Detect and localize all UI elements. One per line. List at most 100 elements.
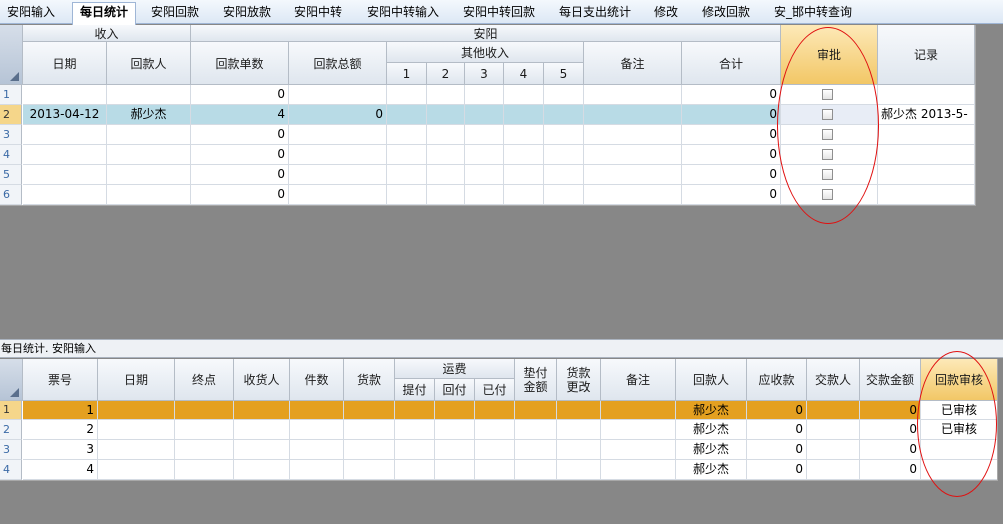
cell-sum[interactable]: 0 bbox=[682, 105, 781, 125]
cell-goods-payment[interactable] bbox=[344, 440, 395, 460]
cell-pickup-pay[interactable] bbox=[395, 440, 435, 460]
cell-other-3[interactable] bbox=[465, 85, 504, 105]
approve-checkbox[interactable] bbox=[822, 129, 833, 140]
cell-other-1[interactable] bbox=[387, 125, 427, 145]
header-return-pay[interactable]: 回付 bbox=[435, 379, 475, 401]
tab-anyang-transfer-input[interactable]: 安阳中转输入 bbox=[362, 3, 444, 24]
tab-modify[interactable]: 修改 bbox=[650, 3, 682, 24]
row-number[interactable]: 2 bbox=[0, 420, 22, 440]
cell-pickup-pay[interactable] bbox=[395, 460, 435, 480]
grid-corner[interactable] bbox=[0, 359, 23, 401]
tab-anyang-repayment[interactable]: 安阳回款 bbox=[146, 3, 204, 24]
row-number[interactable]: 4 bbox=[0, 460, 22, 480]
cell-other-3[interactable] bbox=[465, 125, 504, 145]
cell-other-5[interactable] bbox=[544, 105, 584, 125]
cell-submitter[interactable] bbox=[807, 440, 860, 460]
cell-return-pay[interactable] bbox=[435, 440, 475, 460]
cell-pickup-pay[interactable] bbox=[395, 401, 435, 420]
cell-other-1[interactable] bbox=[387, 145, 427, 165]
approve-checkbox[interactable] bbox=[822, 109, 833, 120]
cell-note[interactable] bbox=[584, 85, 682, 105]
cell-advance-amount[interactable] bbox=[515, 460, 557, 480]
cell-other-4[interactable] bbox=[504, 145, 544, 165]
cell-sum[interactable]: 0 bbox=[682, 125, 781, 145]
cell-consignee[interactable] bbox=[234, 440, 290, 460]
cell-other-2[interactable] bbox=[427, 185, 465, 205]
cell-total[interactable] bbox=[289, 85, 387, 105]
header-submitter[interactable]: 交款人 bbox=[807, 359, 860, 401]
header-other-3[interactable]: 3 bbox=[465, 63, 504, 85]
cell-total[interactable] bbox=[289, 125, 387, 145]
row-number[interactable]: 1 bbox=[0, 401, 22, 420]
cell-other-5[interactable] bbox=[544, 185, 584, 205]
cell-advance-amount[interactable] bbox=[515, 440, 557, 460]
header-repayment-audit[interactable]: 回款审核 bbox=[921, 359, 997, 401]
cell-pieces[interactable] bbox=[290, 460, 344, 480]
cell-pickup-pay[interactable] bbox=[395, 420, 435, 440]
cell-record[interactable] bbox=[878, 165, 975, 185]
row-number[interactable]: 4 bbox=[0, 145, 22, 165]
cell-date[interactable]: 2013-04-12 bbox=[23, 105, 107, 125]
cell-payer[interactable]: 郝少杰 bbox=[107, 105, 191, 125]
cell-ticket[interactable]: 2 bbox=[23, 420, 98, 440]
cell-receivable[interactable]: 0 bbox=[747, 440, 807, 460]
row-number[interactable]: 2 bbox=[0, 105, 22, 125]
header-consignee[interactable]: 收货人 bbox=[234, 359, 290, 401]
header-pieces[interactable]: 件数 bbox=[290, 359, 344, 401]
cell-repayment-audit[interactable]: 已审核 bbox=[921, 420, 997, 440]
cell-note[interactable] bbox=[601, 401, 676, 420]
cell-date[interactable] bbox=[23, 165, 107, 185]
cell-consignee[interactable] bbox=[234, 401, 290, 420]
cell-return-pay[interactable] bbox=[435, 401, 475, 420]
row-number[interactable]: 6 bbox=[0, 185, 22, 205]
header-approve[interactable]: 审批 bbox=[781, 25, 878, 85]
cell-other-5[interactable] bbox=[544, 85, 584, 105]
header-ticket[interactable]: 票号 bbox=[23, 359, 98, 401]
cell-other-3[interactable] bbox=[465, 185, 504, 205]
cell-goods-payment[interactable] bbox=[344, 460, 395, 480]
cell-total[interactable] bbox=[289, 185, 387, 205]
header-other-2[interactable]: 2 bbox=[427, 63, 465, 85]
header-date[interactable]: 日期 bbox=[23, 42, 107, 85]
row-number[interactable]: 3 bbox=[0, 440, 22, 460]
cell-goods-payment[interactable] bbox=[344, 401, 395, 420]
header-goods-payment[interactable]: 货款 bbox=[344, 359, 395, 401]
cell-submitter[interactable] bbox=[807, 401, 860, 420]
cell-repayment-audit[interactable]: 已审核 bbox=[921, 401, 997, 420]
cell-return-pay[interactable] bbox=[435, 460, 475, 480]
row-number[interactable]: 1 bbox=[0, 85, 22, 105]
cell-date[interactable] bbox=[23, 145, 107, 165]
cell-payment-change[interactable] bbox=[557, 460, 601, 480]
cell-other-5[interactable] bbox=[544, 145, 584, 165]
header-receivable[interactable]: 应收款 bbox=[747, 359, 807, 401]
cell-payment-change[interactable] bbox=[557, 440, 601, 460]
cell-receivable[interactable]: 0 bbox=[747, 420, 807, 440]
cell-record[interactable] bbox=[878, 145, 975, 165]
cell-date[interactable] bbox=[23, 85, 107, 105]
cell-other-1[interactable] bbox=[387, 85, 427, 105]
cell-pieces[interactable] bbox=[290, 420, 344, 440]
cell-total[interactable] bbox=[289, 165, 387, 185]
cell-other-3[interactable] bbox=[465, 165, 504, 185]
cell-note[interactable] bbox=[584, 105, 682, 125]
tab-anyang-transfer-repayment[interactable]: 安阳中转回款 bbox=[458, 3, 540, 24]
cell-receivable[interactable]: 0 bbox=[747, 401, 807, 420]
cell-payer[interactable] bbox=[107, 145, 191, 165]
cell-other-4[interactable] bbox=[504, 85, 544, 105]
cell-count[interactable]: 4 bbox=[191, 105, 289, 125]
cell-other-2[interactable] bbox=[427, 125, 465, 145]
cell-payment-change[interactable] bbox=[557, 401, 601, 420]
approve-checkbox[interactable] bbox=[822, 169, 833, 180]
cell-payer[interactable]: 郝少杰 bbox=[676, 401, 747, 420]
cell-advance-amount[interactable] bbox=[515, 401, 557, 420]
header-pickup-pay[interactable]: 提付 bbox=[395, 379, 435, 401]
header-note[interactable]: 备注 bbox=[601, 359, 676, 401]
cell-paid[interactable] bbox=[475, 440, 515, 460]
cell-goods-payment[interactable] bbox=[344, 420, 395, 440]
cell-note[interactable] bbox=[584, 165, 682, 185]
cell-date[interactable] bbox=[98, 440, 175, 460]
cell-return-pay[interactable] bbox=[435, 420, 475, 440]
header-payer[interactable]: 回款人 bbox=[676, 359, 747, 401]
cell-payer[interactable] bbox=[107, 85, 191, 105]
cell-pieces[interactable] bbox=[290, 440, 344, 460]
